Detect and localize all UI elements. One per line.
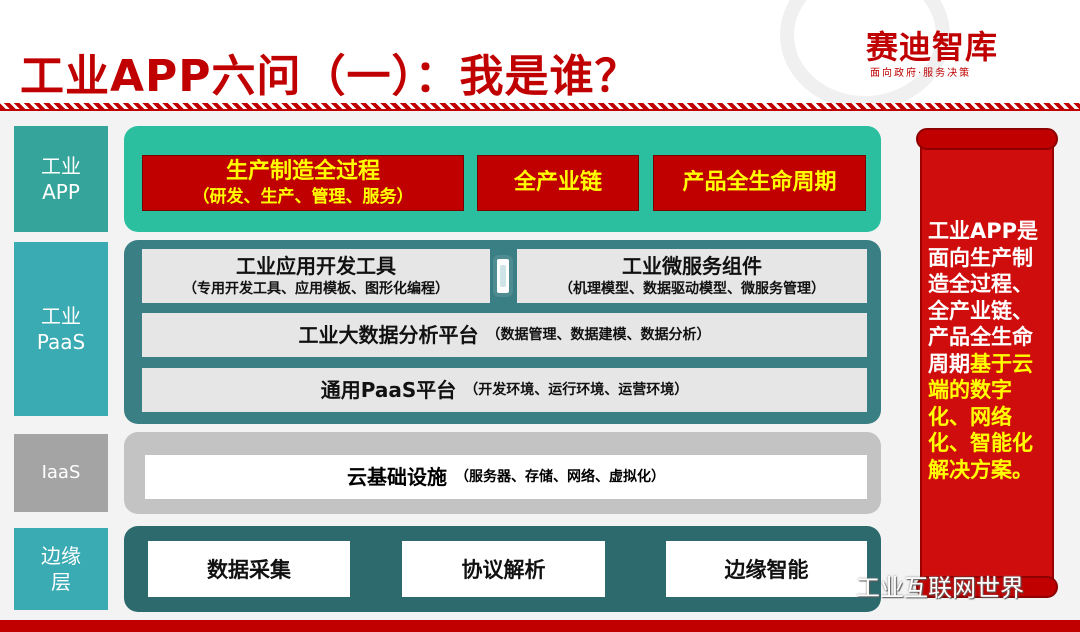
paas-general-subtitle: （开发环境、运行环境、运营环境） xyxy=(464,382,689,398)
definition-text: 工业APP是面向生产制造全过程、全产业链、产品全生命周期基于云端的数字化、网络化… xyxy=(928,218,1048,483)
app-box-industry-chain-title: 全产业链 xyxy=(513,170,602,195)
layer-label-edge: 边缘 层 xyxy=(14,528,108,610)
edge-data-collection: 数据采集 xyxy=(148,541,350,597)
scroll-top-roll xyxy=(916,128,1058,150)
edge-protocol-parsing: 协议解析 xyxy=(402,541,605,597)
iaas-infrastructure-title: 云基础设施 xyxy=(347,464,447,489)
page-title: 工业APP六问（一）：我是谁？ xyxy=(20,51,640,102)
app-box-lifecycle: 产品全生命周期 xyxy=(653,155,866,211)
paas-general-title: 通用PaaS平台 xyxy=(320,377,457,402)
connector-icon xyxy=(493,255,513,297)
app-box-manufacturing-title: 生产制造全过程 xyxy=(225,159,380,184)
layer-label-app: 工业 APP xyxy=(14,126,108,232)
app-box-manufacturing: 生产制造全过程 （研发、生产、管理、服务） xyxy=(142,155,464,211)
header-divider-line xyxy=(0,109,1080,111)
layer-label-paas: 工业 PaaS xyxy=(14,242,108,416)
paas-general-box: 通用PaaS平台 （开发环境、运行环境、运营环境） xyxy=(142,368,867,412)
app-box-industry-chain: 全产业链 xyxy=(477,155,639,211)
paas-dev-tools-box: 工业应用开发工具 （专用开发工具、应用模板、图形化编程） xyxy=(142,249,490,303)
paas-dev-tools-title: 工业应用开发工具 xyxy=(236,253,396,278)
footer-bar xyxy=(0,620,1080,632)
paas-microservice-title: 工业微服务组件 xyxy=(622,253,762,278)
logo-name: 赛迪智库 xyxy=(866,28,999,66)
watermark-text: 工业互联网世界 xyxy=(856,574,1024,602)
paas-microservice-subtitle: （机理模型、数据驱动模型、微服务管理） xyxy=(559,280,825,297)
wechat-icon xyxy=(820,571,850,595)
paas-bigdata-subtitle: （数据管理、数据建模、数据分析） xyxy=(486,327,711,343)
paas-microservice-box: 工业微服务组件 （机理模型、数据驱动模型、微服务管理） xyxy=(517,249,867,303)
app-box-manufacturing-subtitle: （研发、生产、管理、服务） xyxy=(192,187,414,207)
iaas-infrastructure-box: 云基础设施 （服务器、存储、网络、虚拟化） xyxy=(145,455,867,499)
logo-slogan: 面向政府·服务决策 xyxy=(870,68,972,79)
paas-bigdata-box: 工业大数据分析平台 （数据管理、数据建模、数据分析） xyxy=(142,313,867,357)
paas-dev-tools-subtitle: （专用开发工具、应用模板、图形化编程） xyxy=(183,280,449,297)
iaas-infrastructure-subtitle: （服务器、存储、网络、虚拟化） xyxy=(455,469,665,485)
layer-label-iaas: IaaS xyxy=(14,434,108,512)
paas-bigdata-title: 工业大数据分析平台 xyxy=(298,322,479,347)
app-box-lifecycle-title: 产品全生命周期 xyxy=(682,170,837,195)
